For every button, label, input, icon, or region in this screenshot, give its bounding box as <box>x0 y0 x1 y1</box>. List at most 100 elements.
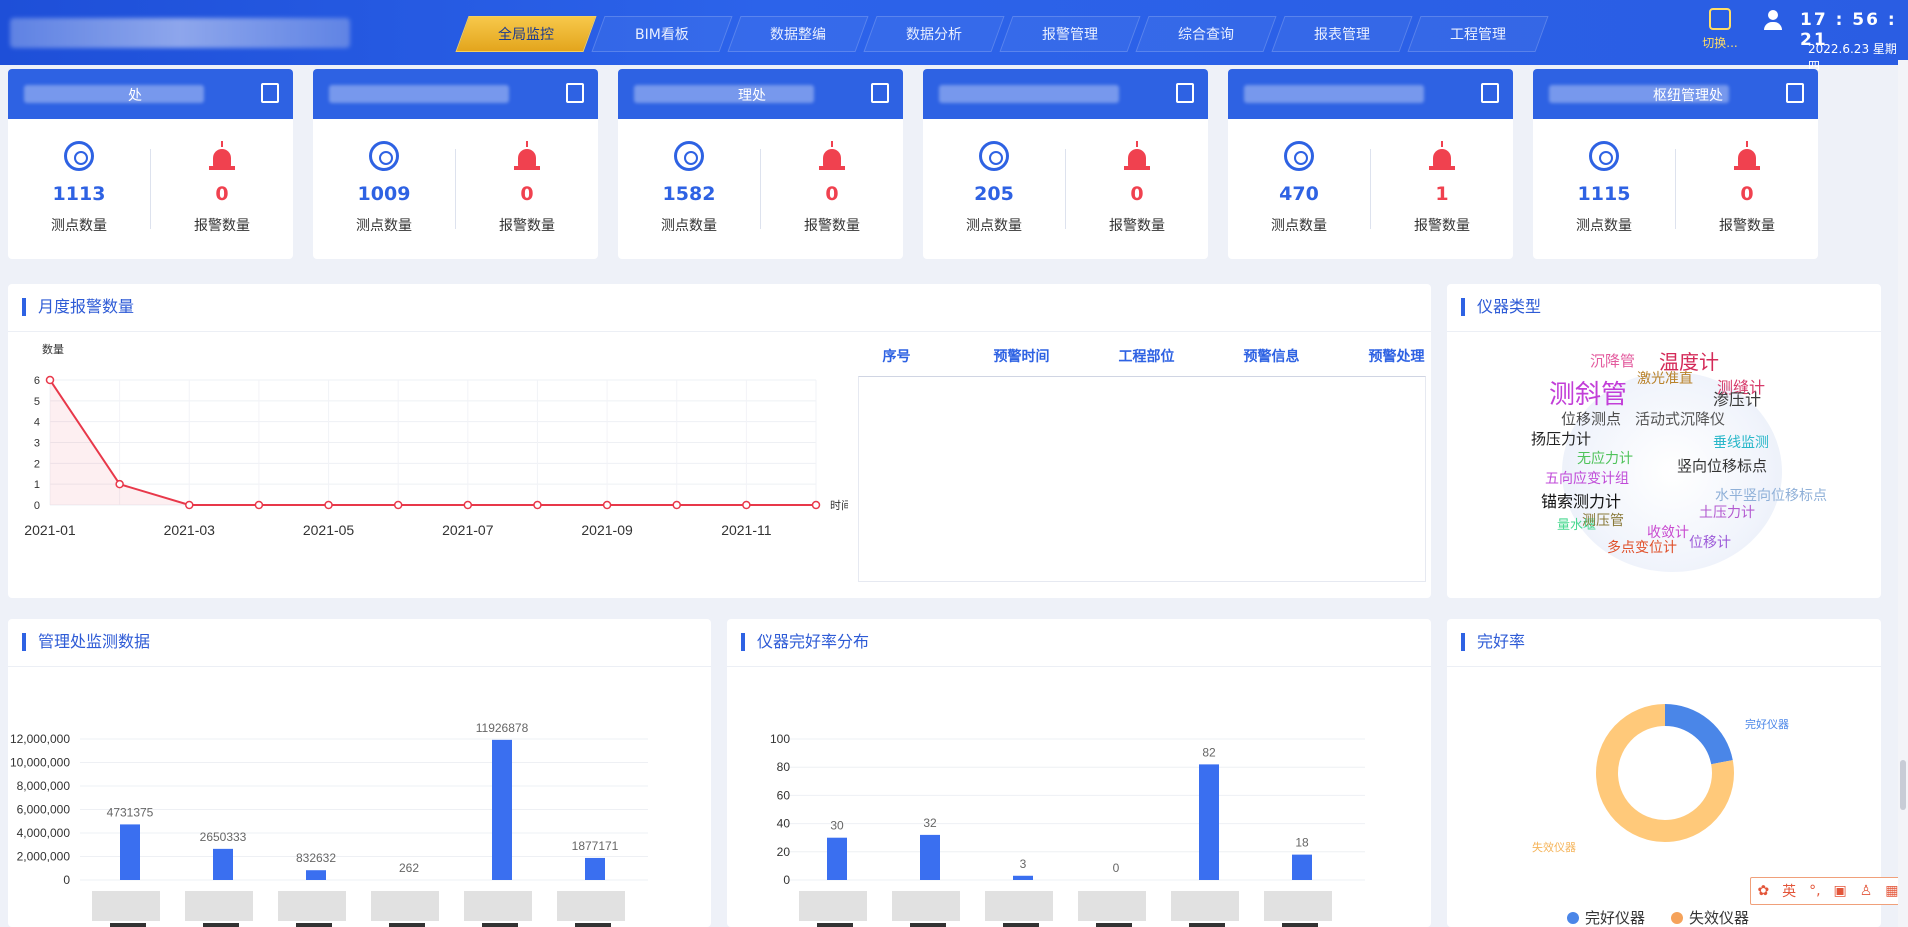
word-cloud-term: 收敛计 <box>1647 525 1689 541</box>
donut-legend: 完好仪器 失效仪器 <box>1567 907 1749 927</box>
card-station-name-blurred <box>24 85 204 103</box>
x-tick-label: 2021-01 <box>24 522 76 538</box>
point-count: 1582 <box>662 183 716 205</box>
category-underline <box>1282 923 1318 927</box>
panel-title: 完好率 <box>1461 633 1525 651</box>
station-card[interactable]: 1009 测点数量 0 报警数量 <box>313 69 598 259</box>
card-header <box>1228 69 1513 119</box>
col-info: 预警信息 <box>1243 349 1300 365</box>
ime-grid-icon[interactable]: ▦ <box>1885 883 1898 899</box>
x-tick-label: 2021-07 <box>442 522 494 538</box>
col-action: 预警处理 <box>1368 349 1425 365</box>
line-point <box>254 500 264 510</box>
nav-global-monitor[interactable]: 全局监控 <box>455 16 597 52</box>
nav-query[interactable]: 综合查询 <box>1135 16 1277 52</box>
bar <box>1199 764 1219 880</box>
point-count-label: 测点数量 <box>966 218 1022 234</box>
nav-project[interactable]: 工程管理 <box>1407 16 1549 52</box>
user-icon[interactable] <box>1762 10 1784 32</box>
nav-data-compile[interactable]: 数据整编 <box>727 16 869 52</box>
category-label-blurred <box>799 891 867 921</box>
legend-label: 失效仪器 <box>1689 909 1750 927</box>
y-tick-label: 12,000,000 <box>10 732 70 746</box>
report-search-icon[interactable] <box>566 83 584 103</box>
y-tick-label: 6,000,000 <box>17 803 71 817</box>
category-label-blurred <box>92 891 160 921</box>
bar <box>306 870 326 880</box>
report-search-icon[interactable] <box>1786 83 1804 103</box>
x-tick-label: 2021-09 <box>581 522 633 538</box>
word-cloud-term: 沉降管 <box>1590 352 1636 370</box>
line-point <box>115 479 124 489</box>
panel-title: 管理处监测数据 <box>22 633 150 651</box>
point-count: 1009 <box>357 183 411 205</box>
bar-data-label: 4731375 <box>107 805 154 819</box>
alarm-count-label: 报警数量 <box>804 218 860 234</box>
alarm-count: 0 <box>520 183 534 205</box>
y-tick-label: 4 <box>34 417 40 429</box>
y-tick-label: 6 <box>34 375 40 387</box>
line-point <box>463 500 473 510</box>
report-search-icon[interactable] <box>1176 83 1194 103</box>
category-label-blurred <box>1264 891 1332 921</box>
nav-label: BIM看板 <box>635 27 689 43</box>
ime-toolbar[interactable]: ✿ 英 °, ▣ ♙ ▦ <box>1750 877 1906 905</box>
report-search-icon[interactable] <box>871 83 889 103</box>
bar <box>1013 875 1033 880</box>
word-cloud-term: 扬压力计 <box>1531 430 1592 448</box>
y-tick-label: 100 <box>770 732 790 746</box>
y-tick-label: 2 <box>34 458 40 470</box>
y-tick-label: 40 <box>777 817 791 831</box>
station-card[interactable]: 枢纽管理处 1115 测点数量 0 报警数量 <box>1533 69 1818 259</box>
ime-lang[interactable]: 英 <box>1782 881 1796 901</box>
station-card[interactable]: 理处 1582 测点数量 0 报警数量 <box>618 69 903 259</box>
bar-data-label: 11926878 <box>476 721 529 735</box>
nav-data-analysis[interactable]: 数据分析 <box>863 16 1005 52</box>
bar-data-label: 32 <box>923 816 937 830</box>
category-underline <box>296 923 332 927</box>
ime-user-icon[interactable]: ♙ <box>1860 883 1873 899</box>
category-label-blurred <box>557 891 625 921</box>
nav-label: 数据整编 <box>770 27 826 43</box>
nav-label: 综合查询 <box>1178 27 1234 43</box>
donut-label-good: 完好仪器 <box>1745 718 1789 731</box>
category-underline <box>575 923 611 927</box>
card-header <box>313 69 598 119</box>
bar-data-label: 0 <box>1113 861 1120 875</box>
col-part: 工程部位 <box>1118 349 1175 365</box>
nav-alarm-manage[interactable]: 报警管理 <box>999 16 1141 52</box>
bar-data-label: 832632 <box>296 851 336 865</box>
x-tick-label: 2021-03 <box>164 522 216 538</box>
scrollbar-thumb[interactable] <box>1900 760 1906 810</box>
y-tick-label: 0 <box>783 873 790 887</box>
legend-good[interactable]: 完好仪器 <box>1567 907 1645 927</box>
ime-toolbox-icon[interactable]: ▣ <box>1834 883 1847 899</box>
y-tick-label: 5 <box>34 396 40 408</box>
switch-button[interactable]: 切换... <box>1700 8 1740 51</box>
target-icon <box>979 141 1009 171</box>
target-icon <box>674 141 704 171</box>
report-search-icon[interactable] <box>261 83 279 103</box>
top-header: 全局监控 BIM看板 数据整编 数据分析 报警管理 综合查询 报表管理 工程管理… <box>0 0 1908 73</box>
ime-paw-icon[interactable]: ✿ <box>1757 883 1769 899</box>
line-point <box>602 500 612 510</box>
intact-distribution-panel: 仪器完好率分布 0 20 40 60 80 100 30 32 3 0 82 18 <box>727 619 1431 927</box>
station-monitor-panel: 管理处监测数据 0 2,000,000 4,000,000 6,000,000 8,00… <box>8 619 711 927</box>
station-card[interactable]: 处 1113 测点数量 0 报警数量 <box>8 69 293 259</box>
station-card[interactable]: 470 测点数量 1 报警数量 <box>1228 69 1513 259</box>
category-label-blurred <box>892 891 960 921</box>
ime-punct-icon[interactable]: °, <box>1809 883 1820 899</box>
legend-bad[interactable]: 失效仪器 <box>1671 907 1749 927</box>
card-station-name-blurred <box>1244 85 1424 103</box>
nav-bim-board[interactable]: BIM看板 <box>591 16 733 52</box>
station-card[interactable]: 205 测点数量 0 报警数量 <box>923 69 1208 259</box>
word-cloud-term: 多点变位计 <box>1607 540 1677 556</box>
nav-report[interactable]: 报表管理 <box>1271 16 1413 52</box>
alarm-count: 0 <box>215 183 229 205</box>
legend-label: 完好仪器 <box>1585 909 1646 927</box>
report-search-icon[interactable] <box>1481 83 1499 103</box>
bar <box>120 824 140 880</box>
category-underline <box>817 923 853 927</box>
y-tick-label: 1 <box>34 479 40 491</box>
card-station-name-blurred <box>329 85 509 103</box>
